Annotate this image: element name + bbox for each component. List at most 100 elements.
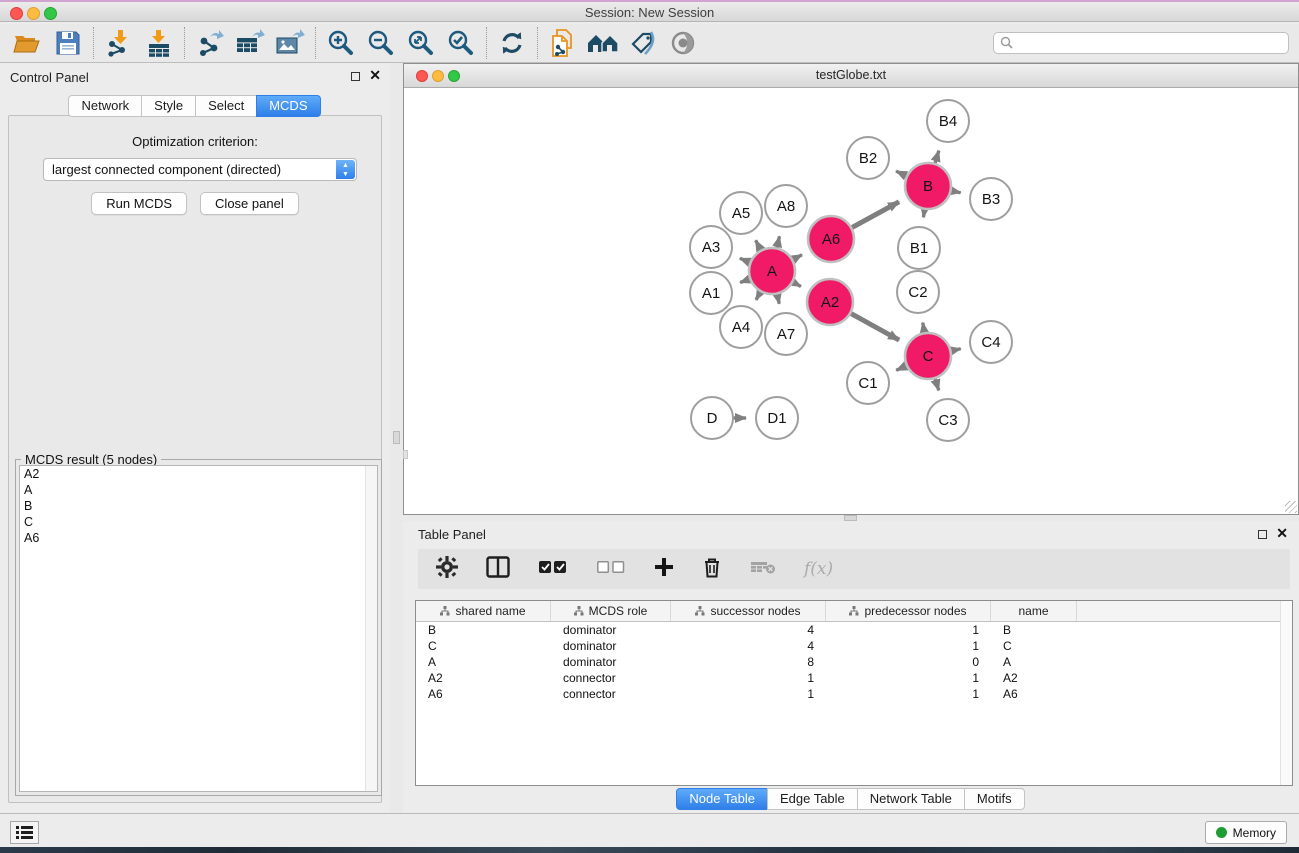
zoom-out-icon[interactable] [361,26,401,60]
search-input[interactable] [993,32,1289,54]
mcds-result-item[interactable]: A2 [20,466,377,482]
table-row[interactable]: Cdominator41C [416,638,1292,654]
table-cell[interactable]: 1 [826,671,991,685]
table-cell[interactable]: 1 [826,623,991,637]
node-B4[interactable]: B4 [927,100,969,142]
table-cell[interactable]: A [416,655,551,669]
close-panel-icon[interactable]: ✕ [369,67,381,83]
table-cell[interactable]: dominator [551,623,671,637]
vertical-split-divider[interactable] [390,63,403,813]
node-A[interactable]: A [749,248,795,294]
tab-mcds[interactable]: MCDS [256,95,320,117]
node-A7[interactable]: A7 [765,313,807,355]
zoom-selected-icon[interactable] [441,26,481,60]
table-row[interactable]: A6connector11A6 [416,686,1292,702]
node-A2[interactable]: A2 [807,279,853,325]
import-table-icon[interactable] [139,26,179,60]
table-cell[interactable]: 1 [671,671,826,685]
tab-network[interactable]: Network [68,95,142,117]
tab-edge-table[interactable]: Edge Table [767,788,858,810]
table-cell[interactable]: A2 [991,671,1077,685]
table-row[interactable]: A2connector11A2 [416,670,1292,686]
settings-gear-icon[interactable] [436,556,458,583]
table-cell[interactable]: connector [551,671,671,685]
zoom-in-icon[interactable] [321,26,361,60]
delete-column-icon[interactable] [702,556,722,583]
close-table-panel-icon[interactable]: ✕ [1276,525,1288,541]
column-header-name[interactable]: name [991,601,1077,621]
table-cell[interactable]: B [416,623,551,637]
table-cell[interactable]: 8 [671,655,826,669]
node-A4[interactable]: A4 [720,306,762,348]
node-B3[interactable]: B3 [970,178,1012,220]
table-cell[interactable]: dominator [551,655,671,669]
network-from-file-icon[interactable] [543,26,583,60]
hide-labels-icon[interactable] [623,26,663,60]
table-cell[interactable]: A [991,655,1077,669]
node-C[interactable]: C [905,333,951,379]
node-C1[interactable]: C1 [847,362,889,404]
table-cell[interactable]: dominator [551,639,671,653]
task-history-button[interactable] [10,821,39,844]
tab-network-table[interactable]: Network Table [857,788,965,810]
tab-select[interactable]: Select [195,95,257,117]
tab-motifs[interactable]: Motifs [964,788,1025,810]
vertical-split-handle[interactable] [393,431,400,444]
memory-button[interactable]: Memory [1205,821,1287,844]
export-table-icon[interactable] [230,26,270,60]
mcds-result-item[interactable]: C [20,514,377,530]
open-session-icon[interactable] [8,26,48,60]
zoom-fit-icon[interactable] [401,26,441,60]
table-cell[interactable]: 1 [671,687,826,701]
refresh-icon[interactable] [492,26,532,60]
node-A8[interactable]: A8 [765,185,807,227]
home-layout-icon[interactable] [583,26,623,60]
node-C3[interactable]: C3 [927,399,969,441]
column-header-shared-name[interactable]: shared name [416,601,551,621]
table-cell[interactable]: B [991,623,1077,637]
column-header-predecessor-nodes[interactable]: predecessor nodes [826,601,991,621]
float-panel-icon[interactable] [351,72,360,81]
list-scrollbar[interactable] [365,466,377,791]
table-row[interactable]: Bdominator41B [416,622,1292,638]
export-image-icon[interactable] [270,26,310,60]
table-row[interactable]: Adominator80A [416,654,1292,670]
window-resize-grip[interactable] [1285,501,1297,513]
close-panel-button[interactable]: Close panel [200,192,299,215]
mcds-result-item[interactable]: B [20,498,377,514]
columns-icon[interactable] [486,556,510,583]
network-canvas[interactable]: B4B2BB3A8A5A6A3B1AA1C2A2A4A7C4CC1C3DD1 [404,88,1298,514]
table-cell[interactable]: C [991,639,1077,653]
save-session-icon[interactable] [48,26,88,60]
table-cell[interactable]: C [416,639,551,653]
table-cell[interactable]: 4 [671,623,826,637]
export-network-icon[interactable] [190,26,230,60]
table-cell[interactable]: 1 [826,687,991,701]
node-D[interactable]: D [691,397,733,439]
table-cell[interactable]: A6 [991,687,1077,701]
table-cell[interactable]: connector [551,687,671,701]
tab-node-table[interactable]: Node Table [676,788,768,810]
mcds-result-item[interactable]: A [20,482,377,498]
run-mcds-button[interactable]: Run MCDS [91,192,187,215]
node-A5[interactable]: A5 [720,192,762,234]
import-network-icon[interactable] [99,26,139,60]
node-A3[interactable]: A3 [690,226,732,268]
add-column-icon[interactable] [654,557,674,582]
node-A6[interactable]: A6 [808,216,854,262]
table-cell[interactable]: A6 [416,687,551,701]
tab-style[interactable]: Style [141,95,196,117]
table-cell[interactable]: 0 [826,655,991,669]
deselect-all-icon[interactable] [596,559,626,580]
node-B1[interactable]: B1 [898,227,940,269]
float-table-panel-icon[interactable] [1258,530,1267,539]
optimization-criterion-select[interactable]: largest connected component (directed) ▲… [43,158,357,181]
network-window-titlebar[interactable]: testGlobe.txt [404,64,1298,88]
table-scrollbar[interactable] [1280,601,1292,785]
node-A1[interactable]: A1 [690,272,732,314]
column-header-successor-nodes[interactable]: successor nodes [671,601,826,621]
edge-A6-B[interactable] [850,202,899,229]
column-header-MCDS-role[interactable]: MCDS role [551,601,671,621]
node-C4[interactable]: C4 [970,321,1012,363]
table-cell[interactable]: 4 [671,639,826,653]
